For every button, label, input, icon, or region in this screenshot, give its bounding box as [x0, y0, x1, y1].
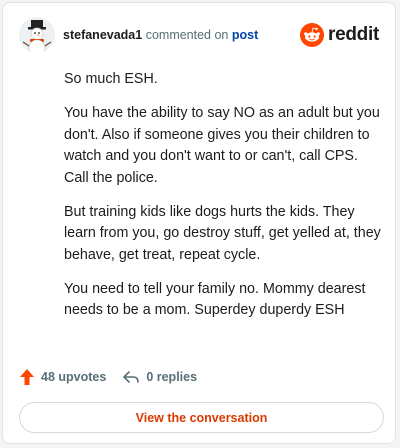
comment-meta: stefanevada1 commented on post [63, 28, 258, 42]
comment-stats: 48 upvotes 0 replies [19, 365, 197, 389]
snowman-avatar-icon [19, 17, 55, 53]
view-conversation-button[interactable]: View the conversation [19, 402, 384, 433]
reply-arrow-icon [123, 371, 140, 383]
reddit-wordmark: reddit [328, 24, 379, 45]
post-link[interactable]: post [232, 28, 258, 42]
comment-paragraph: You have the ability to say NO as an adu… [64, 105, 380, 186]
action-text: commented on [145, 28, 229, 42]
comment-paragraph: So much ESH. [64, 71, 158, 87]
comment-body: So much ESH. You have the ability to say… [64, 69, 384, 334]
reddit-snoo-icon [300, 23, 325, 47]
comment-header: stefanevada1 commented on post reddit [19, 15, 379, 55]
comment-paragraph: You need to tell your family no. Mommy d… [64, 280, 366, 319]
replies-count: 0 replies [146, 370, 198, 384]
author-name[interactable]: stefanevada1 [63, 28, 142, 42]
comment-paragraph: But training kids like dogs hurts the ki… [64, 203, 381, 263]
upvotes-stat[interactable]: 48 upvotes [19, 368, 106, 386]
reddit-brand[interactable]: reddit [300, 23, 379, 47]
replies-stat[interactable]: 0 replies [122, 369, 197, 385]
upvote-arrow-icon [20, 369, 34, 385]
avatar[interactable] [19, 17, 55, 53]
upvotes-count: 48 upvotes [41, 370, 107, 384]
comment-embed-card: stefanevada1 commented on post reddit So… [2, 2, 396, 444]
